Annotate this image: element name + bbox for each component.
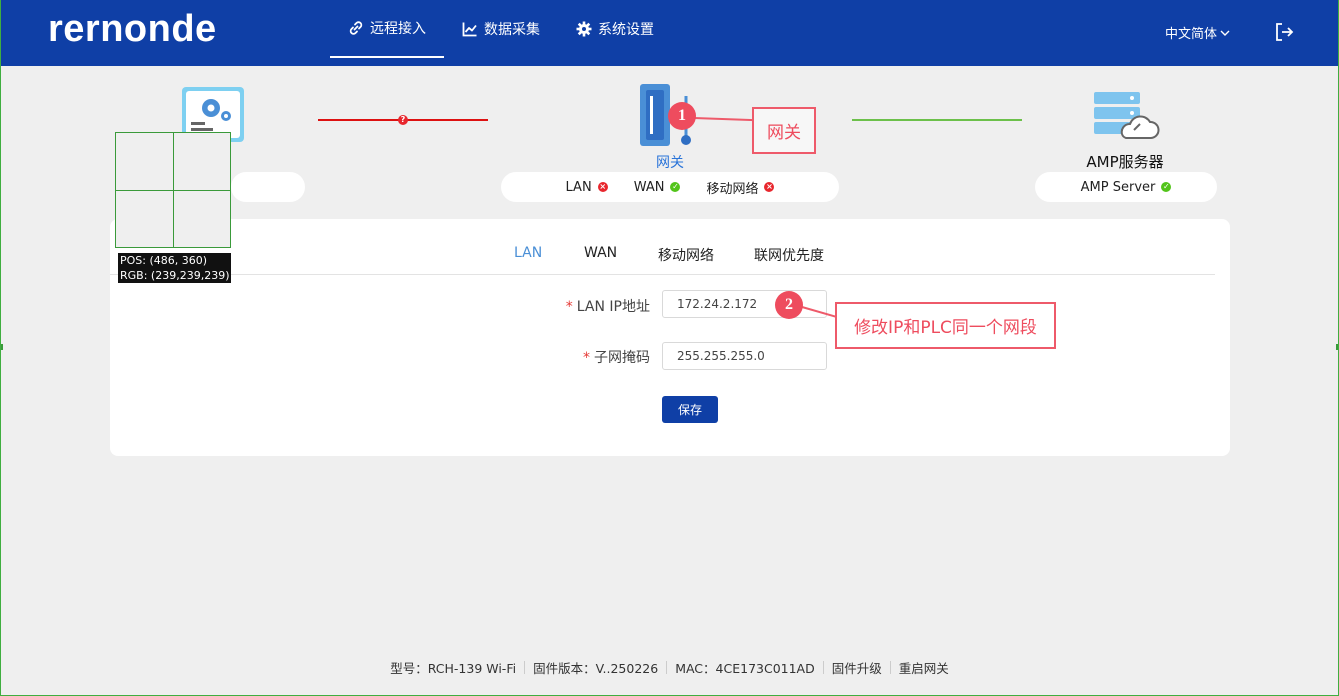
magnifier-info: POS: (486, 360) RGB: (239,239,239)	[118, 253, 232, 283]
tab-mobile-network[interactable]: 移动网络	[658, 245, 714, 265]
required-mark: *	[565, 299, 573, 315]
edge-marker	[0, 344, 3, 350]
nav-remote-access[interactable]: 远程接入	[330, 0, 444, 58]
subnet-mask-label-text: 子网掩码	[594, 350, 650, 366]
error-icon: ×	[597, 182, 608, 192]
gear-icon	[576, 21, 592, 37]
brand-logo[interactable]: rernonde	[48, 8, 217, 51]
nav-label: 系统设置	[598, 22, 654, 38]
server-title: AMP服务器	[1086, 153, 1164, 171]
annotation-callout-gateway: 网关	[752, 107, 816, 154]
lan-ip-label-text: LAN IP地址	[576, 299, 650, 315]
main-nav: 远程接入 数据采集 系统设置	[330, 0, 672, 66]
lan-settings-card: LAN WAN 移动网络 联网优先度 * LAN IP地址 172.24.2.17…	[110, 219, 1230, 456]
annotation-badge-2: 2	[775, 291, 803, 319]
tab-network-priority[interactable]: 联网优先度	[754, 245, 824, 265]
language-label: 中文简体	[1165, 27, 1218, 42]
server-status-label: AMP Server	[1080, 179, 1156, 195]
gateway-label: 网关	[656, 155, 684, 171]
footer-model: 型号：RCH-139 Wi-Fi	[390, 661, 517, 676]
firmware-upgrade-link[interactable]: 固件升级	[832, 658, 882, 677]
subnet-mask-label: * 子网掩码	[520, 347, 650, 367]
device-status-pill	[231, 172, 305, 202]
footer-firmware: 固件版本：V..250226	[533, 661, 659, 676]
error-icon: ×	[764, 182, 775, 192]
lan-ip-label: * LAN IP地址	[520, 296, 650, 316]
logout-icon[interactable]	[1274, 22, 1294, 42]
wan-status-label: WAN	[633, 179, 665, 195]
server-status-pill: AMP Server ✓	[1035, 172, 1217, 202]
nav-label: 数据采集	[484, 22, 540, 38]
magnifier-rgb: RGB: (239,239,239)	[120, 269, 230, 282]
nav-system-settings[interactable]: 系统设置	[558, 0, 672, 58]
server-cloud-icon	[1094, 92, 1160, 139]
gateway-server-link	[852, 119, 1022, 121]
nav-data-collection[interactable]: 数据采集	[444, 0, 558, 58]
magnifier-pos: POS: (486, 360)	[120, 254, 208, 267]
tab-wan[interactable]: WAN	[584, 245, 617, 261]
link-icon	[349, 21, 363, 35]
save-button[interactable]: 保存	[662, 396, 718, 423]
nav-label: 远程接入	[370, 21, 426, 37]
lan-status-label: LAN	[565, 179, 592, 195]
subnet-mask-input[interactable]: 255.255.255.0	[662, 342, 827, 370]
annotation-line	[693, 117, 754, 122]
annotation-badge-1: 1	[668, 102, 696, 130]
check-icon: ✓	[1161, 182, 1172, 192]
mobile-status-label: 移动网络	[706, 181, 759, 197]
settings-tabs: LAN WAN 移动网络 联网优先度	[110, 243, 1215, 275]
gateway-status-pill: LAN × WAN ✓ 移动网络 ×	[501, 172, 839, 202]
language-selector[interactable]: 中文简体	[1165, 23, 1231, 42]
link-error-icon: ?	[398, 115, 408, 125]
tab-lan[interactable]: LAN	[514, 245, 542, 261]
magnifier-overlay	[115, 132, 231, 248]
footer-bar: 型号：RCH-139 Wi-Fi 固件版本：V..250226 MAC：4CE1…	[0, 658, 1339, 677]
reboot-gateway-link[interactable]: 重启网关	[899, 658, 949, 677]
chevron-down-icon	[1220, 30, 1230, 36]
annotation-callout-ip: 修改IP和PLC同一个网段	[835, 302, 1056, 349]
chart-icon	[462, 22, 477, 37]
footer-mac: MAC：4CE173C011AD	[675, 661, 815, 676]
check-icon: ✓	[670, 182, 681, 192]
required-mark: *	[583, 350, 590, 366]
top-navbar: rernonde 远程接入 数据采集 系统设置 中文简体	[0, 0, 1339, 66]
